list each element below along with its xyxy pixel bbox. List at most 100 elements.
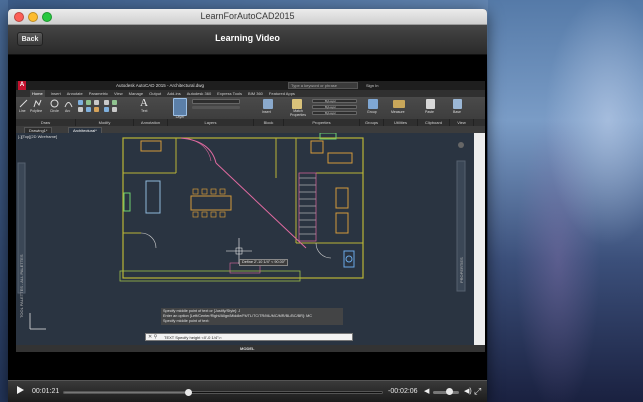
move-icon (78, 100, 83, 105)
ribbon-tab: Add-ins (167, 91, 181, 96)
group-label: Group (367, 110, 377, 114)
app-navbar: Back Learning Video (8, 25, 487, 55)
group-icon (368, 99, 378, 109)
polyline-tool-label: Polyline (30, 109, 43, 113)
progress-bar[interactable] (63, 389, 383, 396)
fillet-icon (94, 107, 99, 112)
layer-dropdown (192, 99, 240, 104)
volume-low-icon[interactable]: ◀ (424, 387, 429, 395)
match-properties-label: Match Properties (290, 109, 306, 117)
linetype-bylayer-dropdown: ByLayer (312, 111, 357, 115)
progress-fill (64, 392, 189, 393)
paste-label: Paste (425, 110, 434, 114)
window-title: LearnForAutoCAD2015 (200, 11, 295, 21)
ribbon-group-label: Utilities (384, 119, 418, 126)
command-history-line: Specify middle point of text: (163, 319, 210, 323)
match-properties-icon (292, 99, 302, 109)
ribbon-tab: Featured Apps (268, 91, 295, 96)
circle-tool-label: Circle (50, 109, 59, 113)
ribbon-group-label: Block (254, 119, 284, 126)
tool-palettes-label: TOOL PALETTES - ALL PALETTES (19, 254, 24, 318)
ribbon-group-label: Modify (76, 119, 134, 126)
model-space-label: MODEL (240, 346, 255, 351)
insert-block-icon (263, 99, 273, 109)
base-view-label: Base (453, 110, 461, 114)
scale-icon (112, 100, 117, 105)
line-tool-label: Line (19, 109, 26, 113)
ribbon-tab: Manage (128, 91, 144, 96)
volume-slider[interactable] (433, 388, 459, 395)
autocad-statusbar: MODEL (16, 345, 485, 352)
autocad-ribbon: Line Polyline Circle Arc A Text Layer Pr… (16, 97, 485, 126)
ribbon-group-label: Layers (168, 119, 254, 126)
measure-icon (393, 100, 405, 108)
ribbon-tab: Express Tools (217, 91, 242, 96)
video-frame[interactable]: A Autodesk AutoCAD 2015 - Architectural.… (16, 81, 485, 352)
arc-tool-label: Arc (65, 109, 71, 113)
ribbon-group-label: Groups (360, 119, 384, 126)
ribbon-tab: Home (30, 90, 45, 97)
stretch-icon (104, 100, 109, 105)
elapsed-time: 00:01:21 (32, 388, 60, 395)
command-line: ✕ ⚲ TEXT Specify height <0'-0 1/4">: (145, 333, 353, 341)
base-view-icon (453, 99, 462, 109)
volume-knob[interactable] (445, 388, 453, 395)
array-icon (104, 107, 109, 112)
desktop-background-left (0, 0, 8, 402)
trim-icon (94, 100, 99, 105)
ribbon-tab: Autodesk 360 (186, 91, 212, 96)
mirror-icon (86, 107, 91, 112)
play-icon[interactable] (17, 386, 24, 394)
ribbon-tab: Parametric (88, 91, 109, 96)
color-bylayer-dropdown: ByLayer (312, 99, 357, 103)
dynamic-input-tooltip: Define 2'-10 1/4" < 90.00° (239, 259, 289, 266)
measure-label: Measure (391, 110, 405, 114)
autocad-signin: Sign In (366, 83, 379, 88)
line-tool-icon (19, 99, 28, 108)
ribbon-group-labels: Draw Modify Annotation Layers Block Prop… (16, 119, 485, 126)
ribbon-tab: BIM 360 (248, 91, 263, 96)
arc-tool-icon (64, 102, 73, 108)
lineweight-bylayer-dropdown: ByLayer (312, 105, 357, 109)
video-controls: 00:01:21 -00:02:06 ◀ ◀) ⤢ (8, 380, 487, 402)
ribbon-group-label: Clipboard (418, 119, 450, 126)
ribbon-tab: Output (149, 91, 162, 96)
explode-icon (112, 107, 117, 112)
progress-scrubber[interactable] (185, 389, 193, 396)
autocad-search-field: Type a keyword or phrase (288, 82, 358, 89)
document-tabs: Drawing1* Architectural* (16, 126, 485, 133)
command-history: Specify middle point of text or [Justify… (161, 308, 343, 325)
circle-tool-icon (50, 99, 59, 108)
close-icon: ✕ ⚲ (148, 334, 158, 340)
autocad-ribbon-tabs: Home Insert Annotate Parametric View Man… (16, 90, 485, 97)
ribbon-tab: Annotate (66, 91, 83, 96)
autocad-logo-icon: A (18, 81, 26, 90)
ribbon-group-label: Draw (16, 119, 76, 126)
volume-high-icon[interactable]: ◀) (464, 387, 472, 395)
autocad-titlebar: A Autodesk AutoCAD 2015 - Architectural.… (16, 81, 485, 90)
ribbon-tab: Insert (50, 91, 61, 96)
rotate-icon (86, 100, 91, 105)
properties-palette-label: PROPERTIES (459, 257, 464, 283)
insert-block-label: Insert (262, 110, 271, 114)
text-tool-icon: A (140, 97, 148, 109)
polyline-tool-icon (33, 99, 42, 108)
remaining-time: -00:02:06 (388, 388, 418, 395)
ribbon-group-label: Properties (284, 119, 360, 126)
drawing-scrollbar (474, 133, 485, 345)
paste-icon (426, 99, 435, 109)
layer-properties-button (173, 98, 187, 116)
desktop-background (488, 0, 643, 402)
drawing-area: [-][Top][2D Wireframe] TOOL PALETTES - A… (16, 133, 474, 345)
autocad-title: Autodesk AutoCAD 2015 - Architectural.dw… (116, 83, 205, 88)
text-tool-label: Text (141, 109, 148, 113)
ribbon-tab: View (114, 91, 123, 96)
window-titlebar: LearnForAutoCAD2015 (8, 9, 487, 25)
layer-tools-row (192, 106, 240, 109)
page-title: Learning Video (215, 33, 280, 43)
app-window: LearnForAutoCAD2015 Back Learning Video … (8, 9, 487, 402)
ribbon-group-label: Annotation (134, 119, 168, 126)
command-line-text: TEXT Specify height <0'-0 1/4">: (164, 335, 222, 340)
ribbon-group-label: View (450, 119, 474, 126)
fullscreen-icon[interactable]: ⤢ (474, 386, 481, 397)
